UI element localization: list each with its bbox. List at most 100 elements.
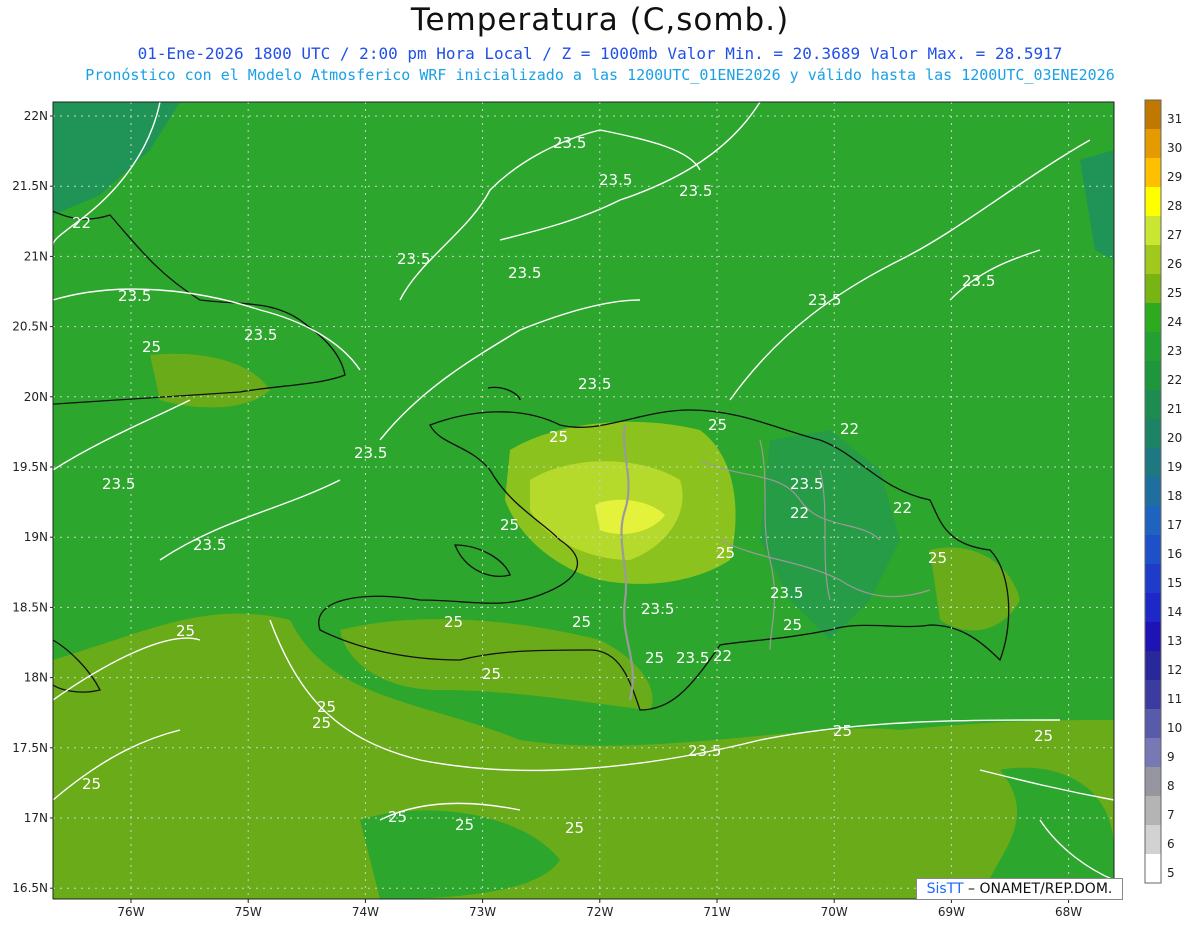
contour-label: 22 — [72, 214, 91, 232]
lon-tick-label: 72W — [586, 905, 613, 919]
colorbar-swatch — [1145, 622, 1161, 651]
colorbar-label: 27 — [1167, 228, 1182, 242]
colorbar-swatch — [1145, 390, 1161, 419]
colorbar-swatch — [1145, 796, 1161, 825]
colorbar-swatch — [1145, 448, 1161, 477]
temperature-map: 23.5 23.5 23.5 23.5 23.5 23.5 23.5 23.5 … — [12, 99, 1182, 919]
lat-tick-label: 21.5N — [12, 179, 48, 193]
contour-label: 25 — [716, 544, 735, 562]
contour-label: 23.5 — [244, 326, 277, 344]
colorbar-swatch — [1145, 825, 1161, 854]
lat-tick-label: 17.5N — [12, 741, 48, 755]
colorbar-label: 14 — [1167, 605, 1182, 619]
contour-label: 23.5 — [578, 375, 611, 393]
colorbar-label: 18 — [1167, 489, 1182, 503]
colorbar-swatch — [1145, 100, 1161, 129]
contour-label: 25 — [833, 722, 852, 740]
colorbar-label: 29 — [1167, 170, 1182, 184]
lat-tick-label: 16.5N — [12, 881, 48, 895]
colorbar-swatch — [1145, 419, 1161, 448]
contour-label: 23.5 — [641, 600, 674, 618]
contour-label: 23.5 — [553, 134, 586, 152]
contour-label: 23.5 — [676, 649, 709, 667]
colorbar-label: 28 — [1167, 199, 1182, 213]
colorbar-label: 8 — [1167, 779, 1175, 793]
colorbar-swatch — [1145, 593, 1161, 622]
colorbar-swatch — [1145, 767, 1161, 796]
contour-label: 25 — [176, 622, 195, 640]
colorbar-swatch — [1145, 506, 1161, 535]
colorbar-swatch — [1145, 216, 1161, 245]
colorbar-swatch — [1145, 854, 1161, 883]
contour-label: 25 — [500, 516, 519, 534]
contour-label: 25 — [312, 714, 331, 732]
colorbar-label: 30 — [1167, 141, 1182, 155]
contour-label: 25 — [708, 416, 727, 434]
colorbar-label: 20 — [1167, 431, 1182, 445]
contour-label: 22 — [713, 647, 732, 665]
colorbar-swatch — [1145, 332, 1161, 361]
colorbar-swatch — [1145, 680, 1161, 709]
colorbar-label: 23 — [1167, 344, 1182, 358]
colorbar-label: 7 — [1167, 808, 1175, 822]
colorbar-label: 11 — [1167, 692, 1182, 706]
lon-tick-label: 68W — [1055, 905, 1082, 919]
colorbar-label: 31 — [1167, 112, 1182, 126]
lat-tick-label: 19N — [24, 530, 48, 544]
colorbar-label: 26 — [1167, 257, 1182, 271]
colorbar-label: 9 — [1167, 750, 1175, 764]
contour-label: 25 — [645, 649, 664, 667]
lat-tick-label: 22N — [24, 109, 48, 123]
contour-label: 23.5 — [679, 182, 712, 200]
contour-label: 23.5 — [962, 272, 995, 290]
contour-label: 25 — [783, 616, 802, 634]
colorbar-label: 5 — [1167, 866, 1175, 880]
contour-label: 22 — [790, 504, 809, 522]
contour-label: 25 — [1034, 727, 1053, 745]
colorbar-label: 10 — [1167, 721, 1182, 735]
longitude-axis: 76W 75W 74W 73W 72W 71W 70W 69W 68W — [117, 899, 1082, 919]
lon-tick-label: 69W — [938, 905, 965, 919]
colorbar-swatch — [1145, 477, 1161, 506]
colorbar-label: 12 — [1167, 663, 1182, 677]
contour-label: 25 — [388, 808, 407, 826]
contour-label: 23.5 — [688, 742, 721, 760]
colorbar-label: 24 — [1167, 315, 1182, 329]
contour-label: 23.5 — [193, 536, 226, 554]
contour-label: 23.5 — [118, 287, 151, 305]
colorbar-swatch — [1145, 158, 1161, 187]
lat-tick-label: 18N — [24, 671, 48, 685]
contour-label: 25 — [928, 549, 947, 567]
colorbar-swatch — [1145, 564, 1161, 593]
colorbar-swatch — [1145, 274, 1161, 303]
credit-text: – ONAMET/REP.DOM. — [968, 881, 1113, 897]
colorbar: 31 30 29 28 27 26 25 24 23 22 21 20 19 18 17 16 15 14 13 12… — [1144, 99, 1182, 884]
contour-label: 23.5 — [770, 584, 803, 602]
contour-label: 25 — [82, 775, 101, 793]
colorbar-label: 22 — [1167, 373, 1182, 387]
contour-label: 25 — [444, 613, 463, 631]
colorbar-swatch — [1145, 535, 1161, 564]
colorbar-label: 21 — [1167, 402, 1182, 416]
contour-label: 25 — [565, 819, 584, 837]
contour-label: 22 — [893, 499, 912, 517]
colorbar-swatch — [1145, 709, 1161, 738]
contour-label: 25 — [549, 428, 568, 446]
lon-tick-label: 75W — [235, 905, 262, 919]
colorbar-label: 15 — [1167, 576, 1182, 590]
contour-label: 23.5 — [808, 291, 841, 309]
lat-tick-label: 21N — [24, 249, 48, 263]
map-plot-area: 23.5 23.5 23.5 23.5 23.5 23.5 23.5 23.5 … — [53, 102, 1114, 899]
latitude-axis: 22N 21.5N 21N 20.5N 20N 19.5N 19N 18.5N 18N 17.5N… — [12, 109, 53, 895]
colorbar-swatch — [1145, 187, 1161, 216]
colorbar-label: 6 — [1167, 837, 1175, 851]
lon-tick-label: 73W — [469, 905, 496, 919]
contour-label: 25 — [455, 816, 474, 834]
contour-label: 22 — [840, 420, 859, 438]
lat-tick-label: 20N — [24, 390, 48, 404]
sistt-logo: SisTT — [926, 881, 964, 897]
lat-tick-label: 17N — [24, 811, 48, 825]
colorbar-label: 16 — [1167, 547, 1182, 561]
colorbar-label: 13 — [1167, 634, 1182, 648]
lon-tick-label: 71W — [703, 905, 730, 919]
